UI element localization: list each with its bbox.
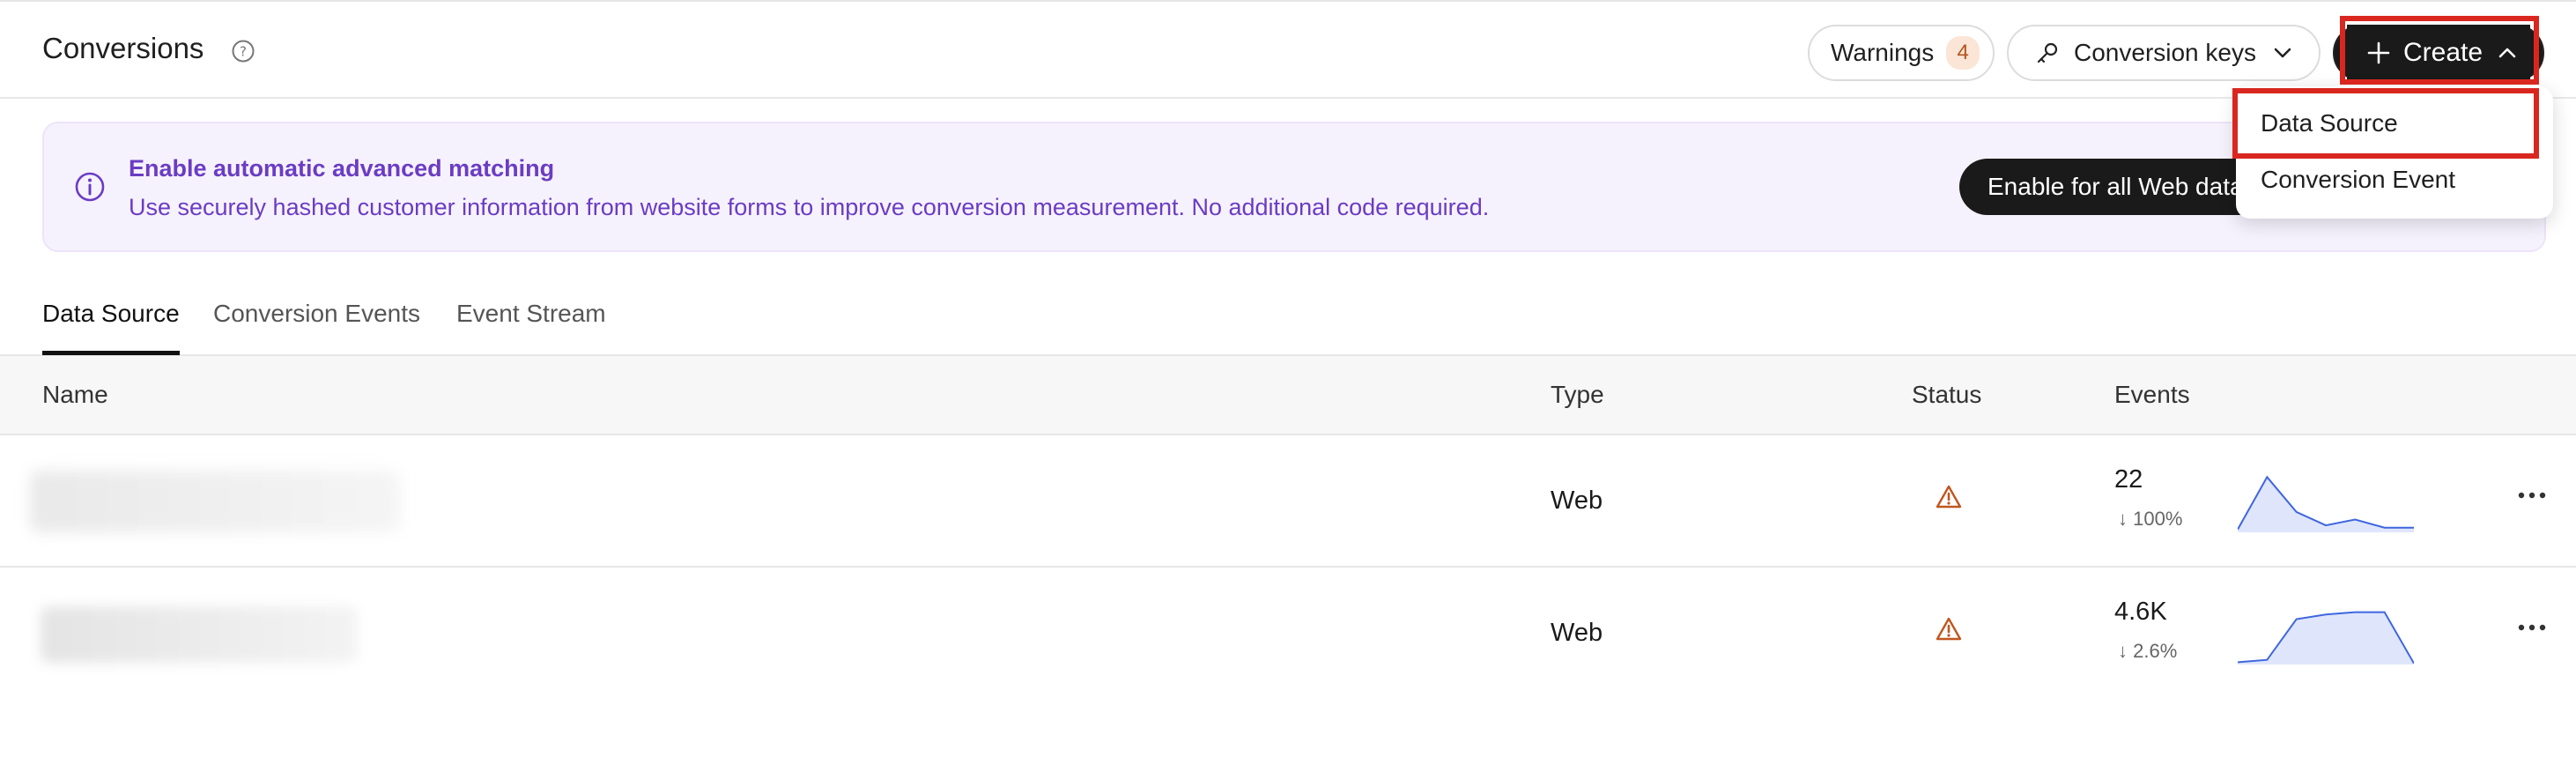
table-row[interactable]: Web 22 ↓ 100%	[0, 435, 2576, 568]
column-header-events: Events	[2114, 381, 2190, 408]
conversion-keys-button[interactable]: Conversion keys	[2007, 25, 2321, 81]
more-options-icon[interactable]	[2516, 620, 2548, 635]
events-sparkline	[2238, 475, 2414, 532]
create-dropdown-menu: Data Source Conversion Event	[2236, 86, 2553, 219]
warnings-label: Warnings	[1831, 39, 1935, 66]
column-header-type: Type	[1551, 381, 1604, 408]
create-label: Create	[2403, 38, 2483, 67]
events-count: 4.6K	[2114, 598, 2167, 626]
sparkline-area	[2238, 612, 2414, 665]
redacted-name	[30, 471, 400, 532]
key-icon	[2037, 42, 2058, 63]
table-row[interactable]: Web 4.6K ↓ 2.6%	[0, 568, 2576, 700]
events-change: ↓ 100%	[2118, 508, 2183, 530]
active-tab-indicator	[42, 351, 180, 355]
warnings-button[interactable]: Warnings 4	[1808, 25, 1995, 81]
warnings-count-badge: 4	[1946, 36, 1980, 70]
tab-data-source[interactable]: Data Source	[42, 300, 180, 328]
top-bar: Conversions ? Warnings 4 Conversion keys…	[0, 0, 2576, 99]
column-header-name: Name	[42, 381, 108, 408]
advanced-matching-banner: Enable automatic advanced matching Use s…	[42, 122, 2546, 252]
create-button[interactable]: Create	[2347, 25, 2530, 81]
conversion-keys-label: Conversion keys	[2074, 39, 2256, 66]
plus-icon	[2367, 41, 2390, 64]
column-header-status: Status	[1912, 381, 1982, 408]
tab-conversion-events[interactable]: Conversion Events	[213, 300, 420, 328]
svg-text:?: ?	[240, 44, 247, 60]
menu-item-conversion-event[interactable]: Conversion Event	[2261, 166, 2455, 194]
tab-event-stream[interactable]: Event Stream	[456, 300, 606, 328]
table-header: Name Type Status Events	[0, 356, 2576, 435]
events-change: ↓ 2.6%	[2118, 640, 2178, 662]
events-sparkline	[2238, 611, 2414, 665]
sparkline-area	[2238, 477, 2414, 532]
info-icon	[75, 172, 105, 202]
chevron-up-icon	[2498, 48, 2516, 58]
help-icon[interactable]: ?	[231, 39, 255, 63]
banner-description: Use securely hashed customer information…	[129, 194, 1490, 220]
more-options-icon[interactable]	[2516, 488, 2548, 502]
banner-title: Enable automatic advanced matching	[129, 155, 555, 182]
chevron-down-icon	[2274, 48, 2291, 58]
warning-icon[interactable]	[1935, 483, 1963, 511]
type-cell: Web	[1551, 619, 1603, 647]
page-title: Conversions	[42, 32, 204, 64]
events-count: 22	[2114, 465, 2143, 494]
redacted-name	[41, 606, 358, 663]
warning-icon[interactable]	[1935, 615, 1963, 643]
menu-item-data-source[interactable]: Data Source	[2261, 109, 2398, 137]
type-cell: Web	[1551, 486, 1603, 515]
tab-bar: Data Source Conversion Events Event Stre…	[0, 291, 2576, 356]
